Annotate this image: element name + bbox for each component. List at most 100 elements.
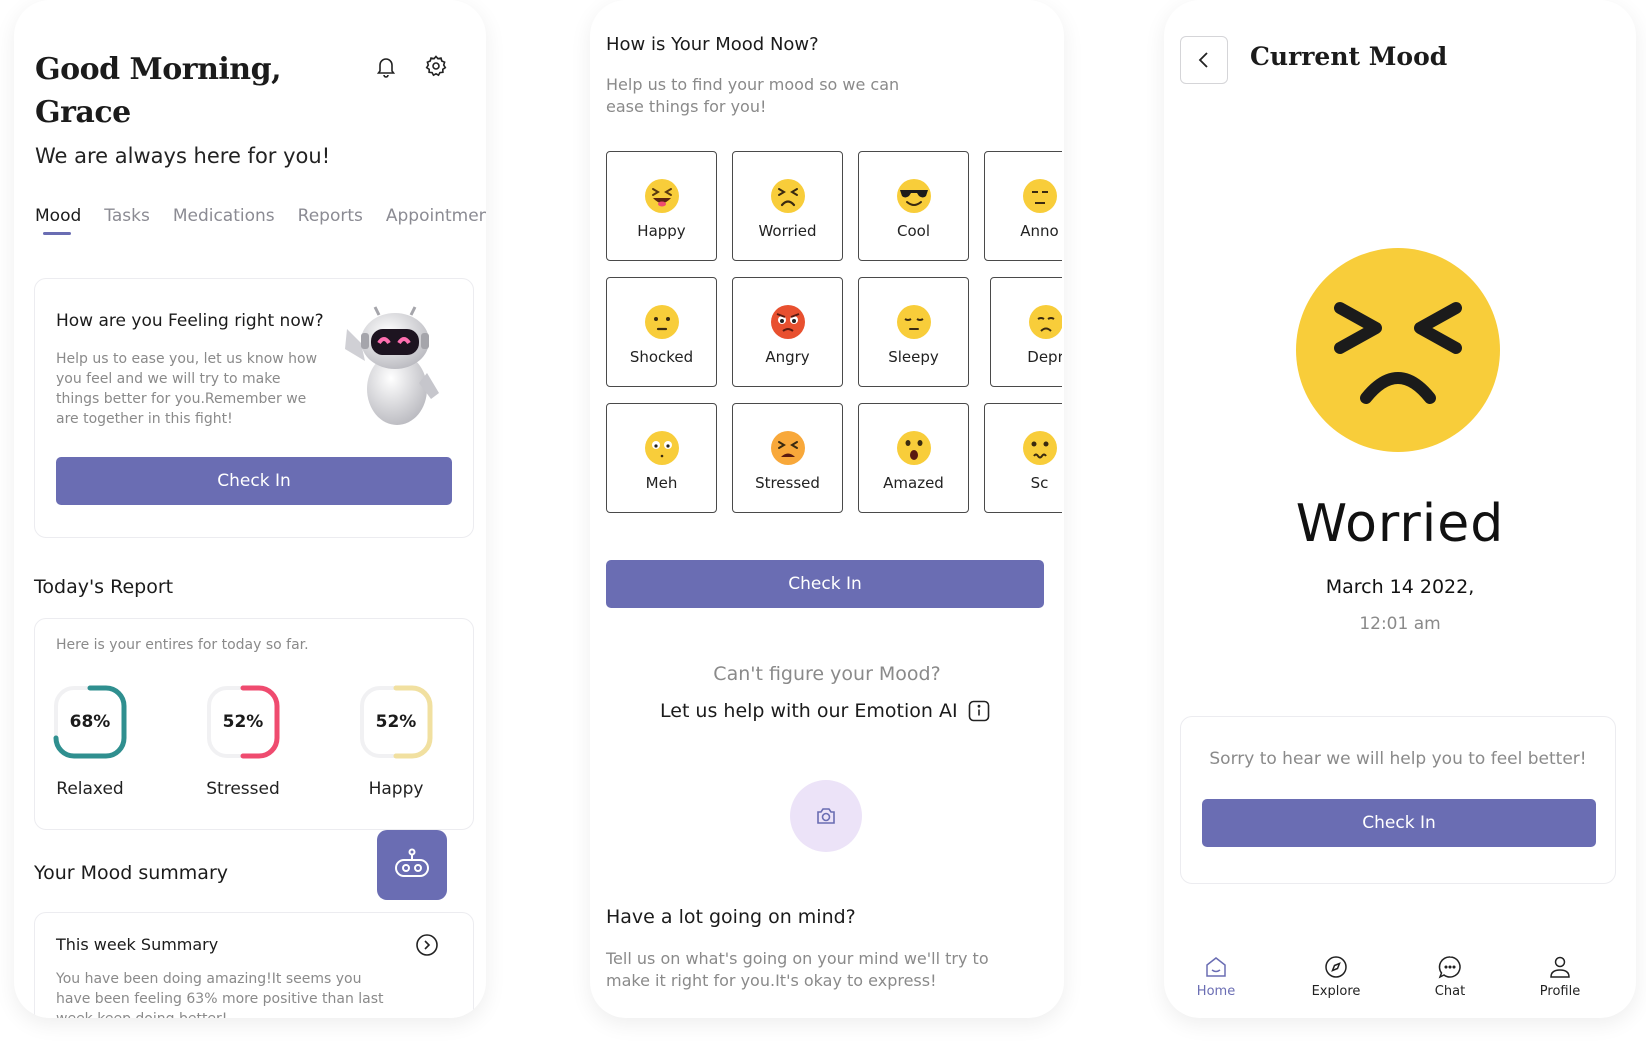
nav-profile[interactable]: Profile xyxy=(1520,954,1600,999)
page-title: Current Mood xyxy=(1250,42,1448,71)
week-summary-card[interactable]: This week Summary You have been doing am… xyxy=(34,912,474,1018)
mood-tile-scared[interactable]: Sc xyxy=(984,403,1062,513)
feel-better-card: Sorry to hear we will help you to feel b… xyxy=(1180,716,1616,884)
camera-icon xyxy=(817,808,835,824)
meh-emoji-icon xyxy=(644,431,679,465)
tab-bar: Mood Tasks Medications Reports Appointme… xyxy=(35,206,486,226)
check-in-button[interactable]: Check In xyxy=(606,560,1044,608)
gear-icon[interactable] xyxy=(420,50,452,82)
chat-icon xyxy=(1438,956,1461,979)
chevron-left-icon xyxy=(1198,52,1208,68)
worried-emoji-icon xyxy=(770,179,805,213)
todays-report-card: Here is your entires for today so far. 6… xyxy=(34,618,474,830)
angry-emoji-icon xyxy=(770,305,805,339)
tab-mood[interactable]: Mood xyxy=(35,206,81,226)
home-icon xyxy=(1206,957,1226,977)
feel-better-text: Sorry to hear we will help you to feel b… xyxy=(1209,749,1587,769)
ai-bot-button[interactable] xyxy=(377,830,447,900)
mood-label: Depr xyxy=(1027,348,1062,366)
scared-emoji-icon xyxy=(1022,431,1057,465)
mood-label: Stressed xyxy=(755,474,820,492)
mind-title: Have a lot going on mind? xyxy=(606,906,856,928)
nav-home[interactable]: Home xyxy=(1176,954,1256,999)
greeting-subtitle: We are always here for you! xyxy=(35,144,331,168)
tab-appointments[interactable]: Appointment: xyxy=(386,206,486,226)
mood-time: 12:01 am xyxy=(1359,614,1441,634)
annoyed-emoji-icon xyxy=(1022,179,1057,213)
feeling-card-title: How are you Feeling right now? xyxy=(56,311,324,331)
mood-tile-shocked[interactable]: Shocked xyxy=(606,277,717,387)
mood-tile-meh[interactable]: Meh xyxy=(606,403,717,513)
mood-summary-title: Your Mood summary xyxy=(34,862,228,884)
mood-tile-stressed[interactable]: Stressed xyxy=(732,403,843,513)
mood-label: Sleepy xyxy=(888,348,939,366)
relaxed-label: Relaxed xyxy=(56,779,124,799)
nav-chat-label: Chat xyxy=(1434,984,1466,999)
mood-tile-amazed[interactable]: Amazed xyxy=(858,403,969,513)
cool-emoji-icon xyxy=(896,179,931,213)
mood-label: Sc xyxy=(1030,474,1049,492)
home-screen: Good Morning, Grace We are always here f… xyxy=(14,0,486,1018)
mood-label: Meh xyxy=(645,474,678,492)
user-icon xyxy=(1550,956,1570,978)
robot-mascot-icon xyxy=(345,306,439,425)
mood-label: Angry xyxy=(765,348,810,366)
nav-explore[interactable]: Explore xyxy=(1296,954,1376,999)
feeling-card: How are you Feeling right now? Help us t… xyxy=(34,278,474,538)
bell-icon[interactable] xyxy=(370,50,402,82)
mood-tile-annoyed[interactable]: Anno xyxy=(984,151,1062,261)
todays-report-title: Today's Report xyxy=(34,576,174,598)
mood-label: Worried xyxy=(758,222,817,240)
mood-tile-worried[interactable]: Worried xyxy=(732,151,843,261)
mood-label: Amazed xyxy=(883,474,944,492)
depressed-emoji-icon xyxy=(1028,305,1062,339)
chevron-right-circle-icon[interactable] xyxy=(415,933,439,957)
mood-tile-happy[interactable]: Happy xyxy=(606,151,717,261)
feeling-card-body: Help us to ease you, let us know how you… xyxy=(56,351,318,427)
shocked-emoji-icon xyxy=(644,305,679,339)
mood-tile-angry[interactable]: Angry xyxy=(732,277,843,387)
current-mood-label: Worried xyxy=(1295,494,1505,554)
stressed-emoji-icon xyxy=(770,431,805,465)
info-icon[interactable] xyxy=(968,700,990,722)
current-mood-screen: Current Mood Worried March 14 2022, 12:0… xyxy=(1164,0,1636,1018)
mood-tile-depressed[interactable]: Depr xyxy=(990,277,1062,387)
bottom-nav: Home Explore Chat Profile xyxy=(1164,954,1636,1018)
nav-profile-label: Profile xyxy=(1539,984,1581,999)
camera-button[interactable] xyxy=(790,780,862,852)
tab-reports[interactable]: Reports xyxy=(298,206,363,226)
mood-date: March 14 2022, xyxy=(1325,576,1475,598)
nav-home-label: Home xyxy=(1196,984,1236,999)
relaxed-value: 68% xyxy=(69,712,111,732)
mood-label: Anno xyxy=(1020,222,1059,240)
worried-emoji-icon xyxy=(1296,248,1500,452)
active-tab-indicator xyxy=(43,232,71,235)
happy-value: 52% xyxy=(375,712,417,732)
check-in-button[interactable]: Check In xyxy=(56,457,452,505)
back-button[interactable] xyxy=(1180,36,1228,84)
tab-tasks[interactable]: Tasks xyxy=(104,206,150,226)
stressed-value: 52% xyxy=(222,712,264,732)
nav-explore-label: Explore xyxy=(1311,984,1361,999)
mood-question-title: How is Your Mood Now? xyxy=(606,34,819,55)
stressed-label: Stressed xyxy=(206,779,280,799)
mood-tile-sleepy[interactable]: Sleepy xyxy=(858,277,969,387)
mood-grid: Happy Worried Cool Anno Shocked Angry Sl… xyxy=(606,151,1062,527)
check-in-button[interactable]: Check In xyxy=(1202,799,1596,847)
cant-figure-text: Can't figure your Mood? xyxy=(713,663,941,685)
mood-label: Cool xyxy=(897,222,930,240)
amazed-emoji-icon xyxy=(896,431,931,465)
week-summary-body: You have been doing amazing!It seems you… xyxy=(56,971,384,1018)
emotion-ai-text: Let us help with our Emotion AI xyxy=(660,700,958,722)
sleepy-emoji-icon xyxy=(896,305,931,339)
tab-medications[interactable]: Medications xyxy=(173,206,275,226)
mood-tile-cool[interactable]: Cool xyxy=(858,151,969,261)
mood-question-subtitle: Help us to find your mood so we can ease… xyxy=(606,75,900,116)
mood-label: Happy xyxy=(637,222,686,240)
report-hint: Here is your entires for today so far. xyxy=(56,637,309,653)
nav-chat[interactable]: Chat xyxy=(1410,954,1490,999)
mind-subtitle: Tell us on what's going on your mind we'… xyxy=(606,949,989,990)
mood-label: Shocked xyxy=(629,348,694,366)
robot-icon xyxy=(395,848,429,877)
emotion-ai-row[interactable]: Let us help with our Emotion AI xyxy=(660,700,990,722)
